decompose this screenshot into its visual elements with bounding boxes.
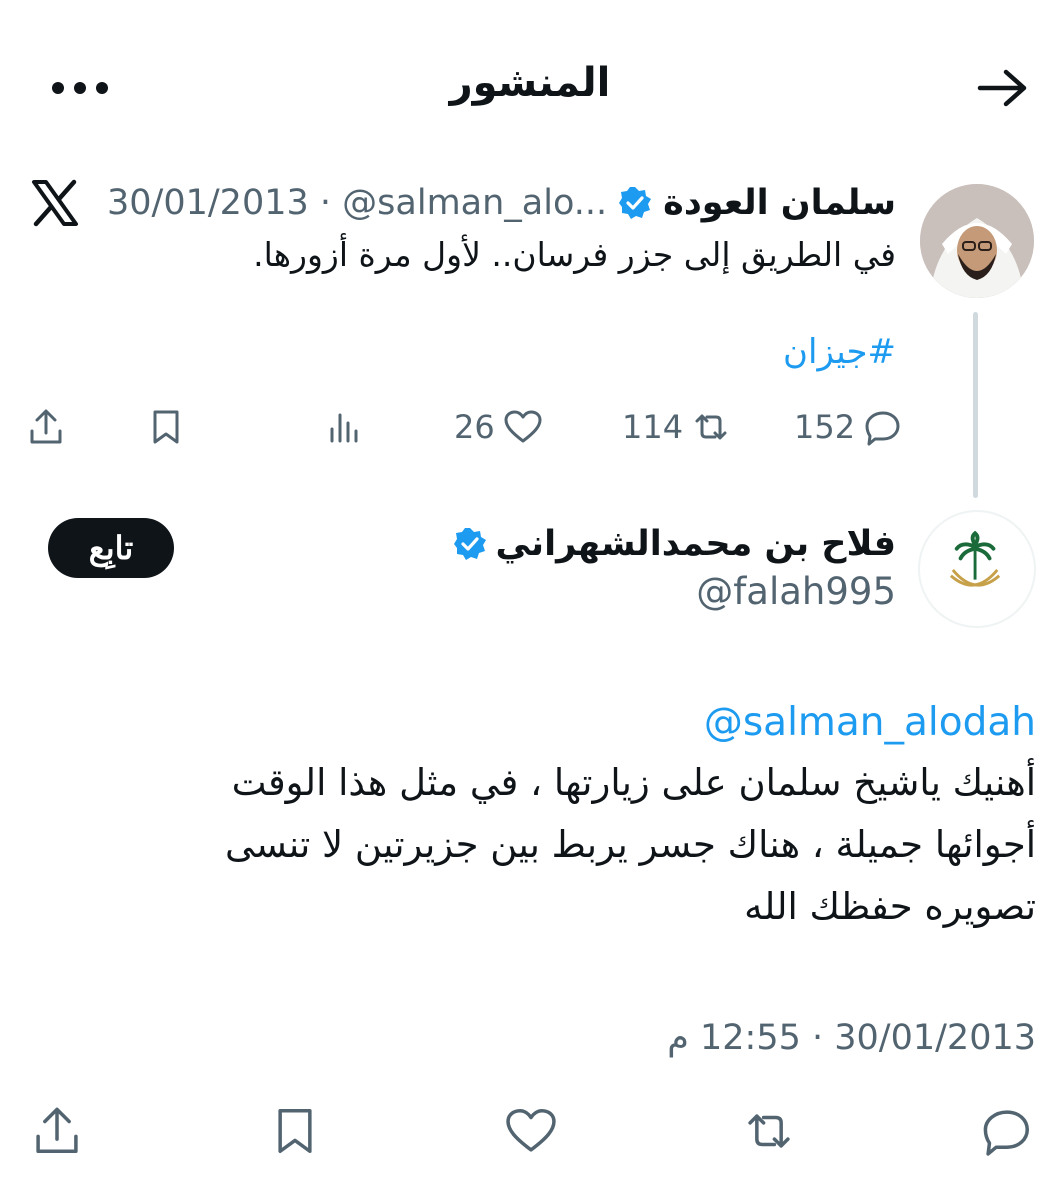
main-tweet-header: فلاح بن محمدالشهراني xyxy=(300,518,896,570)
reply-button[interactable]: 152 xyxy=(794,402,903,452)
repost-button[interactable] xyxy=(742,1104,796,1162)
tweet-text-line: تصويره حفظك الله xyxy=(744,885,1036,928)
repost-icon xyxy=(695,414,727,440)
more-options-button[interactable] xyxy=(48,70,112,106)
author-name[interactable]: سلمان العودة xyxy=(663,183,896,223)
mention-link[interactable]: @salman_alodah xyxy=(60,700,1036,745)
page-title: المنشور xyxy=(449,60,611,106)
reply-button[interactable] xyxy=(980,1104,1034,1162)
like-button[interactable] xyxy=(504,1104,558,1162)
repost-count: 114 xyxy=(622,408,684,446)
follow-button[interactable]: تابِع xyxy=(48,518,174,578)
repost-icon xyxy=(748,1114,790,1148)
share-button[interactable] xyxy=(30,1104,84,1162)
analytics-icon xyxy=(330,413,358,443)
thread-connector-line xyxy=(973,312,978,498)
tweet-timestamp[interactable]: 30/01/2013 · 12:55 م xyxy=(60,1018,1036,1058)
like-button[interactable]: 26 xyxy=(454,402,543,452)
views-button[interactable] xyxy=(324,402,364,452)
author-handle[interactable]: @salman_alo... xyxy=(342,183,607,223)
heart-icon xyxy=(504,410,542,443)
bookmark-button[interactable] xyxy=(268,1104,322,1162)
verified-badge-icon xyxy=(453,528,486,560)
tweet-text-line: أهنيك ياشيخ سلمان على زيارتها ، في مثل ه… xyxy=(231,761,1036,804)
author-name[interactable]: فلاح بن محمدالشهراني xyxy=(496,524,896,564)
verified-badge-icon xyxy=(619,187,652,219)
reply-count: 152 xyxy=(794,408,856,446)
tweet-text: في الطريق إلى جزر فرسان.. لأول مرة أزوره… xyxy=(253,235,896,274)
avatar[interactable] xyxy=(920,184,1034,298)
bookmark-button[interactable] xyxy=(146,402,186,452)
tweet-text: أهنيك ياشيخ سلمان على زيارتها ، في مثل ه… xyxy=(60,752,1036,938)
author-handle[interactable]: @falah995 xyxy=(300,570,896,613)
more-horizontal-icon xyxy=(52,82,108,94)
like-count: 26 xyxy=(454,408,495,446)
hashtag-link[interactable]: #جيزان xyxy=(100,332,896,372)
share-button[interactable] xyxy=(26,402,66,452)
arrow-right-icon xyxy=(977,69,1027,107)
saudi-emblem-icon xyxy=(949,530,1001,587)
parent-tweet-header: سلمان العودة 30/01/2013 · @salman_alo... xyxy=(100,178,896,228)
bookmark-icon xyxy=(278,1108,312,1154)
tweet-meta: 30/01/2013 · @salman_alo... xyxy=(107,183,607,223)
bookmark-icon xyxy=(153,410,179,444)
back-button[interactable] xyxy=(974,64,1030,112)
heart-icon xyxy=(506,1108,556,1152)
meta-separator: · xyxy=(319,183,332,223)
avatar[interactable] xyxy=(918,510,1036,628)
reply-icon xyxy=(865,411,900,446)
share-icon xyxy=(30,409,62,444)
repost-button[interactable]: 114 xyxy=(622,402,731,452)
tweet-text-line: أجوائها جميلة ، هناك جسر يربط بين جزيرتي… xyxy=(224,823,1036,866)
user-photo-icon xyxy=(920,184,1034,298)
reply-icon xyxy=(983,1110,1030,1156)
share-icon xyxy=(36,1107,78,1154)
x-logo-icon xyxy=(30,178,80,228)
tweet-date: 30/01/2013 xyxy=(107,183,309,223)
